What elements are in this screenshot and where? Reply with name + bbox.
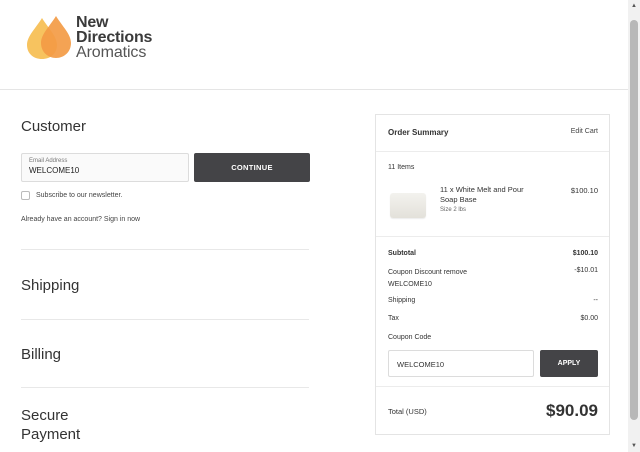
page-scrollbar[interactable]: ▲ ▼ xyxy=(628,0,640,452)
shipping-label: Shipping xyxy=(388,297,416,304)
billing-section-title: Billing xyxy=(21,346,62,363)
order-summary-title: Order Summary xyxy=(388,128,449,137)
brand-line-2: Directions xyxy=(76,28,153,46)
product-price: $100.10 xyxy=(570,186,598,195)
brand-line-1: New xyxy=(76,13,109,31)
tax-label: Tax xyxy=(388,315,399,322)
payment-section-title: Secure Payment xyxy=(21,407,81,443)
newsletter-option[interactable]: Subscribe to our newsletter. xyxy=(21,191,122,200)
brand-logo[interactable]: New Directions Aromatics xyxy=(26,14,152,60)
shipping-value: -- xyxy=(593,297,598,304)
coupon-code-label: Coupon Code xyxy=(388,334,432,341)
coupon-discount-label: Coupon Discount remove WELCOME10 xyxy=(388,267,488,291)
apply-coupon-button[interactable]: APPLY xyxy=(540,350,598,377)
email-field[interactable]: Email Address WELCOME10 xyxy=(21,153,189,182)
subtotal-label: Subtotal xyxy=(388,250,416,257)
total-label: Total (USD) xyxy=(388,407,427,416)
page-header: New Directions Aromatics xyxy=(0,0,628,90)
coupon-discount-value: -$10.01 xyxy=(574,267,598,274)
total-value: $90.09 xyxy=(546,401,598,420)
edit-cart-link[interactable]: Edit Cart xyxy=(571,128,598,135)
summary-divider xyxy=(376,386,609,387)
scroll-down-arrow-icon[interactable]: ▼ xyxy=(631,443,637,449)
continue-button[interactable]: CONTINUE xyxy=(194,153,310,182)
scrollbar-thumb[interactable] xyxy=(630,20,638,420)
email-field-value[interactable]: WELCOME10 xyxy=(29,166,181,175)
order-summary: Order Summary Edit Cart 11 Items 11 x Wh… xyxy=(375,114,610,435)
shipping-section-title: Shipping xyxy=(21,277,80,294)
newsletter-label[interactable]: Subscribe to our newsletter. xyxy=(36,192,122,199)
scroll-up-arrow-icon[interactable]: ▲ xyxy=(631,3,637,9)
summary-divider xyxy=(376,151,609,152)
coupon-discount-text[interactable]: Coupon Discount remove WELCOME10 xyxy=(388,267,488,291)
tax-value: $0.00 xyxy=(580,315,598,322)
newsletter-checkbox[interactable] xyxy=(21,191,30,200)
section-divider xyxy=(21,387,309,388)
section-divider xyxy=(21,319,309,320)
coupon-code-input[interactable]: WELCOME10 xyxy=(388,350,534,377)
product-size: Size 2 lbs xyxy=(440,207,467,213)
product-name: 11 x White Melt and Pour Soap Base xyxy=(440,185,524,204)
customer-section-title: Customer xyxy=(21,118,87,135)
items-count: 11 Items xyxy=(388,164,415,171)
brand-name: New Directions Aromatics xyxy=(76,13,153,61)
section-divider xyxy=(21,249,309,250)
email-field-label: Email Address xyxy=(29,158,68,164)
subtotal-value: $100.10 xyxy=(572,250,598,257)
summary-divider xyxy=(376,236,609,237)
sign-in-link[interactable]: Already have an account? Sign in now xyxy=(21,216,140,223)
product-thumbnail xyxy=(390,193,426,218)
droplets-logo-icon xyxy=(27,16,71,59)
brand-line-3: Aromatics xyxy=(76,43,147,61)
